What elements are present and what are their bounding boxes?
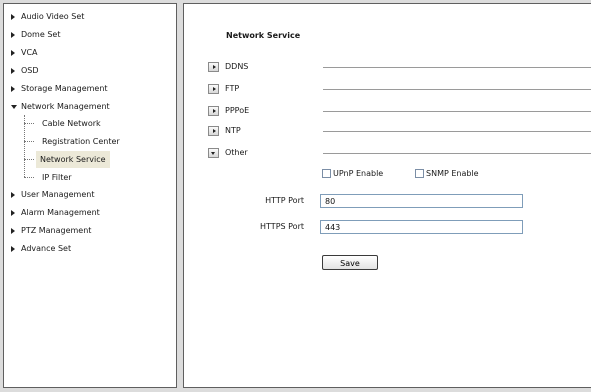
expand-ntp-button[interactable] bbox=[208, 126, 219, 136]
sidebar-item-label: Alarm Management bbox=[21, 208, 100, 217]
chevron-down-icon bbox=[11, 99, 19, 115]
sidebar-item-label: Dome Set bbox=[21, 30, 61, 39]
divider bbox=[323, 111, 591, 112]
chevron-right-icon bbox=[11, 9, 19, 25]
divider bbox=[323, 67, 591, 68]
sidebar-item-label: Audio Video Set bbox=[21, 12, 85, 21]
sidebar-subitem-label: IP Filter bbox=[42, 173, 72, 182]
sidebar-subitem-registration-center[interactable]: Registration Center bbox=[4, 133, 176, 150]
checkbox-label: UPnP Enable bbox=[333, 169, 384, 178]
section-label: NTP bbox=[225, 126, 241, 135]
sidebar-subitem-cable-network[interactable]: Cable Network bbox=[4, 115, 176, 132]
sidebar-subitem-label: Network Service bbox=[36, 151, 110, 168]
sidebar-subitem-label: Cable Network bbox=[42, 119, 101, 128]
sidebar-subitem-ip-filter[interactable]: IP Filter bbox=[4, 169, 176, 186]
tree-connector-tick bbox=[24, 177, 34, 178]
divider bbox=[323, 153, 591, 154]
chevron-right-icon bbox=[11, 241, 19, 257]
chevron-right-icon bbox=[11, 205, 19, 221]
https-port-input[interactable] bbox=[320, 220, 523, 234]
sidebar-item-label: Storage Management bbox=[21, 84, 108, 93]
tree-connector-tick bbox=[24, 123, 34, 124]
sidebar-item-label: VCA bbox=[21, 48, 38, 57]
divider bbox=[323, 131, 591, 132]
sidebar-subitem-network-service[interactable]: Network Service bbox=[4, 151, 176, 168]
section-label: DDNS bbox=[225, 62, 249, 71]
chevron-right-icon bbox=[11, 27, 19, 43]
tree-connector-tick bbox=[24, 159, 34, 160]
expand-pppoe-button[interactable] bbox=[208, 106, 219, 116]
collapse-other-button[interactable] bbox=[208, 148, 219, 158]
main-panel: Network Service DDNS FTP PPPoE NTP Other… bbox=[183, 3, 591, 388]
expand-ddns-button[interactable] bbox=[208, 62, 219, 72]
sidebar-item-label: User Management bbox=[21, 190, 95, 199]
chevron-right-icon bbox=[11, 63, 19, 79]
chevron-right-icon bbox=[11, 81, 19, 97]
chevron-right-icon bbox=[11, 223, 19, 239]
section-label: FTP bbox=[225, 84, 240, 93]
section-label: PPPoE bbox=[225, 106, 250, 115]
http-port-input[interactable] bbox=[320, 194, 523, 208]
https-port-label: HTTPS Port bbox=[260, 222, 304, 231]
sidebar-item-label: Advance Set bbox=[21, 244, 72, 253]
section-ntp: NTP bbox=[208, 126, 591, 138]
section-pppoe: PPPoE bbox=[208, 106, 591, 118]
divider bbox=[323, 89, 591, 90]
tree-connector-tick bbox=[24, 141, 34, 142]
http-port-label: HTTP Port bbox=[265, 196, 304, 205]
sidebar-item-label: OSD bbox=[21, 66, 39, 75]
chevron-right-icon bbox=[11, 187, 19, 203]
section-ddns: DDNS bbox=[208, 62, 591, 74]
chevron-right-icon bbox=[11, 45, 19, 61]
save-button[interactable]: Save bbox=[322, 255, 378, 270]
expand-ftp-button[interactable] bbox=[208, 84, 219, 94]
checkbox-box[interactable] bbox=[415, 169, 424, 178]
sidebar: Audio Video Set Dome Set VCA OSD Storage… bbox=[3, 3, 177, 388]
page-title: Network Service bbox=[226, 31, 301, 40]
checkbox-box[interactable] bbox=[322, 169, 331, 178]
section-other: Other bbox=[208, 148, 591, 160]
sidebar-subitem-label: Registration Center bbox=[42, 137, 120, 146]
sidebar-item-label: PTZ Management bbox=[21, 226, 92, 235]
section-label: Other bbox=[225, 148, 248, 157]
section-ftp: FTP bbox=[208, 84, 591, 96]
checkbox-label: SNMP Enable bbox=[426, 169, 479, 178]
sidebar-item-label: Network Management bbox=[21, 102, 110, 111]
